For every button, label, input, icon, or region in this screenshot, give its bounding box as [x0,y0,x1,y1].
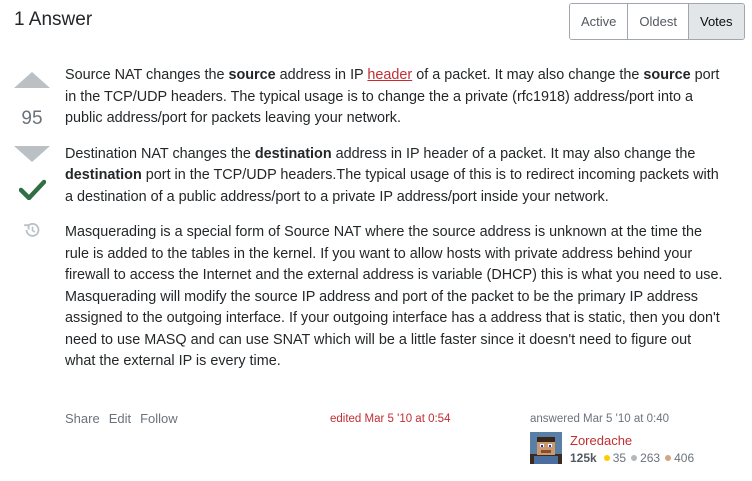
bronze-badge-count: 406 [674,451,695,465]
post-menu: Share Edit Follow [65,411,178,426]
paragraph-masquerading: Masquerading is a special form of Source… [65,224,723,369]
tab-oldest[interactable]: Oldest [628,4,689,39]
gold-badge-count: 35 [612,451,627,465]
share-link[interactable]: Share [65,411,100,426]
header-link[interactable]: header [367,67,412,83]
downvote-arrow-icon[interactable] [14,146,50,162]
edited-timestamp[interactable]: edited Mar 5 '10 at 0:54 [330,413,450,425]
follow-link[interactable]: Follow [140,411,178,426]
paragraph-source-nat: Source NAT changes the source address in… [65,67,720,126]
answered-timestamp: answered Mar 5 '10 at 0:40 [530,413,669,425]
gold-badge-icon [603,455,610,461]
sort-tabs: Active Oldest Votes [569,3,745,40]
user-name-link[interactable]: Zoredache [570,433,632,448]
user-reputation: 125k 35 263 406 [570,451,697,465]
reputation-score: 125k [570,451,597,465]
edit-link[interactable]: Edit [109,411,131,426]
accepted-checkmark-icon [19,179,46,200]
silver-badge-count: 263 [640,451,661,465]
vote-count: 95 [21,108,43,129]
user-avatar[interactable] [530,432,562,464]
answer-body: Source NAT changes the source address in… [65,65,725,387]
tab-votes[interactable]: Votes [688,4,744,39]
bronze-badge-icon [665,455,672,461]
paragraph-destination-nat: Destination NAT changes the destination … [65,145,719,205]
history-icon[interactable] [23,221,41,239]
upvote-arrow-icon[interactable] [14,72,50,88]
silver-badge-icon [631,455,638,461]
tab-active[interactable]: Active [570,4,629,39]
answers-title: 1 Answer [14,9,93,30]
